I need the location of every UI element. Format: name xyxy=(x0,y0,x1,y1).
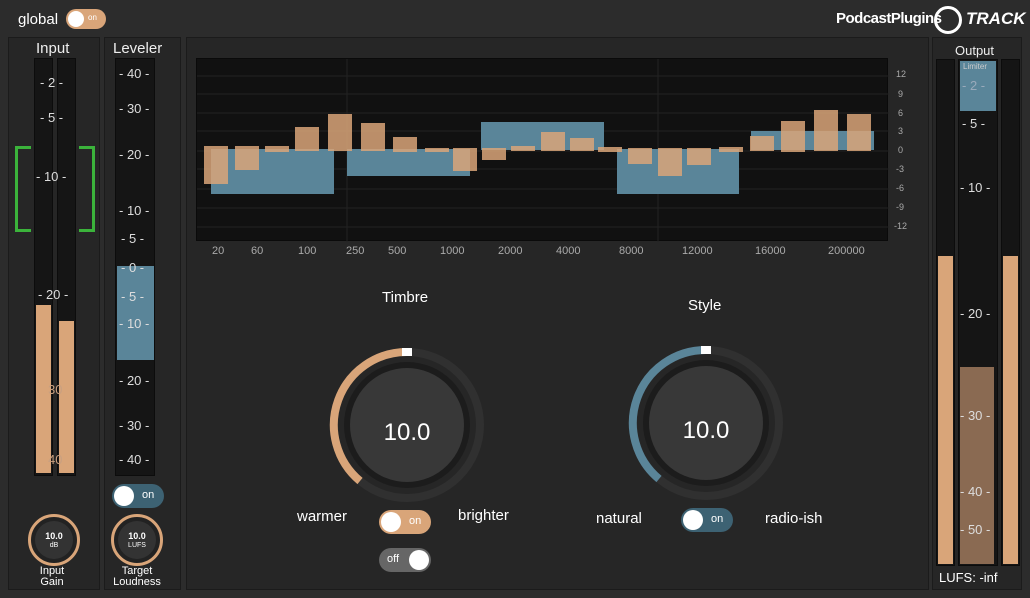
input-scale-label: - 5 - xyxy=(40,110,64,125)
leveler-toggle-label: on xyxy=(142,489,155,501)
eq-y-label: 9 xyxy=(898,89,904,99)
style-value: 10.0 xyxy=(682,417,730,444)
brand-logo: PodcastPlugins TRACK xyxy=(836,6,1026,34)
eq-x-label: 20 xyxy=(212,245,225,257)
eq-x-label: 250 xyxy=(346,245,365,257)
output-level-left xyxy=(938,256,953,564)
input-target-bracket-right xyxy=(79,146,95,232)
eq-x-label: 200000 xyxy=(828,245,865,257)
timbre-secondary-toggle-label: off xyxy=(387,553,400,565)
eq-y-label: -9 xyxy=(896,202,905,212)
eq-x-label: 2000 xyxy=(498,245,523,257)
input-target-bracket-left xyxy=(15,146,31,232)
leveler-scale-label: - 30 - xyxy=(119,418,150,433)
toggle-knob xyxy=(381,512,401,532)
leveler-title: Leveler xyxy=(113,40,163,57)
target-loudness-unit: LUFS xyxy=(128,542,146,549)
eq-y-label: -6 xyxy=(896,183,905,193)
global-label: global xyxy=(18,11,59,28)
input-scale-label: 30 xyxy=(48,382,63,397)
style-title: Style xyxy=(688,297,722,314)
output-scale-label: - 20 - xyxy=(960,306,991,321)
eq-graph xyxy=(197,59,889,242)
eq-x-label: 500 xyxy=(388,245,407,257)
style-right-label: radio-ish xyxy=(765,510,823,527)
timbre-right-label: brighter xyxy=(458,507,509,524)
brand-icon xyxy=(934,6,962,34)
leveler-scale-label: - 10 - xyxy=(119,203,150,218)
eq-y-label: -12 xyxy=(894,221,908,231)
toggle-knob xyxy=(68,11,84,27)
lufs-readout: LUFS: -inf xyxy=(939,570,998,585)
style-left-label: natural xyxy=(596,510,642,527)
leveler-scale-label: - 20 - xyxy=(119,373,150,388)
timbre-secondary-toggle[interactable]: off xyxy=(379,548,431,572)
toggle-knob xyxy=(114,486,134,506)
leveler-scale-label: - 30 - xyxy=(119,101,150,116)
timbre-left-label: warmer xyxy=(297,508,348,525)
output-title: Output xyxy=(955,43,995,58)
timbre-toggle-label: on xyxy=(409,515,422,527)
output-scale-label: - 10 - xyxy=(960,180,991,195)
eq-y-label: -3 xyxy=(896,164,905,174)
eq-x-label: 1000 xyxy=(440,245,465,257)
input-title: Input xyxy=(36,40,70,57)
eq-x-label: 8000 xyxy=(619,245,644,257)
output-level-right xyxy=(1003,256,1018,564)
leveler-scale-label: - 10 - xyxy=(119,316,150,331)
global-toggle[interactable]: on xyxy=(66,9,106,29)
limiter-label: Limiter xyxy=(963,62,988,71)
leveler-scale-label: - 5 - xyxy=(121,231,145,246)
eq-y-label: 6 xyxy=(898,108,904,118)
output-scale-label: - 2 - xyxy=(962,78,986,93)
timbre-title: Timbre xyxy=(382,289,429,306)
eq-x-label: 100 xyxy=(298,245,317,257)
input-gain-value: 10.0 xyxy=(45,531,63,541)
toggle-knob xyxy=(409,550,429,570)
leveler-scale-label: - 40 - xyxy=(119,452,150,467)
eq-x-label: 12000 xyxy=(682,245,713,257)
eq-x-label: 16000 xyxy=(755,245,786,257)
target-loudness-value: 10.0 xyxy=(128,531,146,541)
input-scale-label: - 2 - xyxy=(40,75,64,90)
input-scale-label: 40 xyxy=(48,452,63,467)
input-gain-unit: dB xyxy=(49,542,59,549)
output-scale-label: - 40 - xyxy=(960,484,991,499)
style-toggle-label: on xyxy=(711,513,724,525)
input-level-right xyxy=(59,321,74,473)
output-scale-label: - 50 - xyxy=(960,522,991,537)
output-scale-label: - 30 - xyxy=(960,408,991,423)
input-scale-label: - 10 - xyxy=(36,169,67,184)
leveler-scale-label: - 40 - xyxy=(119,66,150,81)
target-loudness-label: Target Loudness xyxy=(113,565,161,588)
leveler-toggle[interactable]: on xyxy=(112,484,164,508)
leveler-gain-bar xyxy=(117,266,154,360)
eq-y-label: 3 xyxy=(898,126,904,136)
global-toggle-label: on xyxy=(88,13,97,22)
style-toggle[interactable]: on xyxy=(681,508,733,532)
brand-text: PodcastPlugins xyxy=(836,10,942,27)
leveler-scale-label: - 0 - xyxy=(121,260,145,275)
eq-x-label: 60 xyxy=(251,245,264,257)
output-scale-label: - 5 - xyxy=(962,116,986,131)
eq-display xyxy=(196,58,889,242)
input-scale-label: - 20 - xyxy=(38,287,69,302)
timbre-toggle[interactable]: on xyxy=(379,510,431,534)
input-gain-label: Input Gain xyxy=(39,565,65,588)
eq-y-label: 0 xyxy=(898,145,904,155)
eq-x-label: 4000 xyxy=(556,245,581,257)
leveler-scale-label: - 5 - xyxy=(121,289,145,304)
product-text: TRACK xyxy=(966,9,1026,28)
input-gain-knob[interactable]: 10.0 dB xyxy=(28,514,80,566)
leveler-scale-label: - 20 - xyxy=(119,147,150,162)
eq-y-label: 12 xyxy=(896,69,907,79)
toggle-knob xyxy=(683,510,703,530)
timbre-value: 10.0 xyxy=(383,419,431,446)
target-loudness-knob[interactable]: 10.0 LUFS xyxy=(111,514,163,566)
